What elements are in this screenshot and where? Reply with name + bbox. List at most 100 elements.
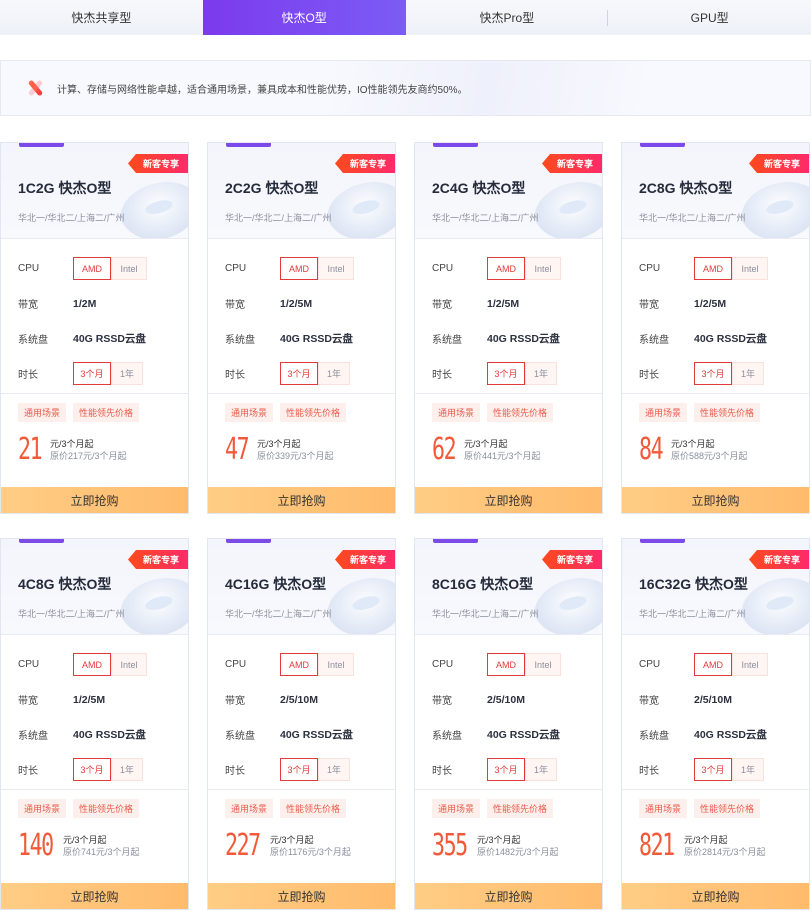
price-unit: 元/3个月起 <box>63 835 107 845</box>
price-info: 元/3个月起 原价1482元/3个月起 <box>477 834 559 858</box>
card-title: 16C32G 快杰O型 <box>639 576 748 592</box>
spec-row-duration: 时长 3个月 1年 <box>639 752 799 787</box>
duration-label: 时长 <box>18 766 38 777</box>
cpu-option-intel[interactable]: Intel <box>732 257 768 280</box>
cpu-label: CPU <box>225 263 247 274</box>
cpu-option-amd[interactable]: AMD <box>73 257 111 280</box>
spec-row-disk: 系统盘 40G RSSD云盘 <box>639 717 799 752</box>
buy-now-button[interactable]: 立即抢购 <box>1 487 188 513</box>
cpu-option-intel[interactable]: Intel <box>111 257 147 280</box>
buy-now-button[interactable]: 立即抢购 <box>1 883 188 909</box>
spec-list: CPU AMD Intel 带宽 1/2/5M 系统盘 40G RSSD云盘 时… <box>18 647 178 787</box>
buy-now-button[interactable]: 立即抢购 <box>415 487 602 513</box>
cpu-option-amd[interactable]: AMD <box>280 653 318 676</box>
duration-option-1y[interactable]: 1年 <box>111 362 143 385</box>
duration-option-1y[interactable]: 1年 <box>318 362 350 385</box>
buy-now-button[interactable]: 立即抢购 <box>208 883 395 909</box>
duration-option-3m[interactable]: 3个月 <box>487 758 525 781</box>
cpu-option-amd[interactable]: AMD <box>73 653 111 676</box>
duration-option-1y[interactable]: 1年 <box>318 758 350 781</box>
cpu-option-intel[interactable]: Intel <box>111 653 147 676</box>
spec-row-cpu: CPU AMD Intel <box>18 647 178 682</box>
duration-option-1y[interactable]: 1年 <box>111 758 143 781</box>
tag-price: 性能领先价格 <box>487 403 554 422</box>
price-value: 821 <box>639 828 675 863</box>
card-regions: 华北一/华北二/上海二/广州 <box>225 213 332 223</box>
instance-type-tabs: 快杰共享型 快杰O型 快杰Pro型 GPU型 <box>0 0 811 35</box>
bandwidth-value: 1/2/5M <box>73 693 106 706</box>
cpu-option-intel[interactable]: Intel <box>318 653 354 676</box>
price-block: 84 元/3个月起 原价588元/3个月起 <box>639 435 748 465</box>
cpu-option-amd[interactable]: AMD <box>694 257 732 280</box>
original-price: 原价1176元/3个月起 <box>270 847 351 857</box>
tab-shared[interactable]: 快杰共享型 <box>0 0 203 35</box>
duration-option-1y[interactable]: 1年 <box>732 362 764 385</box>
buy-now-button[interactable]: 立即抢购 <box>622 487 809 513</box>
card-divider <box>415 393 602 394</box>
card-accent-bar <box>226 539 271 543</box>
spec-list: CPU AMD Intel 带宽 1/2/5M 系统盘 40G RSSD云盘 时… <box>639 251 799 391</box>
spec-list: CPU AMD Intel 带宽 1/2/5M 系统盘 40G RSSD云盘 时… <box>225 251 385 391</box>
tag-price: 性能领先价格 <box>694 403 761 422</box>
cpu-option-amd[interactable]: AMD <box>694 653 732 676</box>
new-customer-badge: 新客专享 <box>335 550 395 569</box>
product-card: 新客专享 16C32G 快杰O型 华北一/华北二/上海二/广州 CPU AMD … <box>621 538 810 910</box>
bandwidth-value: 2/5/10M <box>694 693 732 706</box>
disk-illustration-icon <box>528 173 602 238</box>
card-accent-bar <box>640 143 685 147</box>
price-unit: 元/3个月起 <box>684 835 728 845</box>
spec-row-disk: 系统盘 40G RSSD云盘 <box>18 321 178 356</box>
card-header: 新客专享 2C2G 快杰O型 华北一/华北二/上海二/广州 <box>208 143 395 239</box>
buy-now-button[interactable]: 立即抢购 <box>415 883 602 909</box>
buy-now-button[interactable]: 立即抢购 <box>622 883 809 909</box>
duration-label: 时长 <box>18 370 38 381</box>
tab-gpu[interactable]: GPU型 <box>608 0 811 35</box>
cpu-label: CPU <box>432 659 454 670</box>
disk-illustration-icon <box>528 569 602 634</box>
disk-value: 40G RSSD云盘 <box>280 729 353 741</box>
duration-option-1y[interactable]: 1年 <box>525 362 557 385</box>
duration-label: 时长 <box>225 766 245 777</box>
duration-option-3m[interactable]: 3个月 <box>487 362 525 385</box>
disk-label: 系统盘 <box>432 335 462 346</box>
duration-option-3m[interactable]: 3个月 <box>694 362 732 385</box>
spec-row-cpu: CPU AMD Intel <box>432 251 592 286</box>
buy-now-button[interactable]: 立即抢购 <box>208 487 395 513</box>
new-customer-badge: 新客专享 <box>128 550 188 569</box>
disk-illustration-icon <box>114 569 188 634</box>
bandwidth-value: 1/2/5M <box>280 297 313 310</box>
cpu-option-amd[interactable]: AMD <box>487 257 525 280</box>
cpu-option-intel[interactable]: Intel <box>525 257 561 280</box>
spec-row-bandwidth: 带宽 1/2/5M <box>18 682 178 717</box>
disk-value: 40G RSSD云盘 <box>487 333 560 345</box>
tab-kuaijie-pro[interactable]: 快杰Pro型 <box>406 0 609 35</box>
spec-row-duration: 时长 3个月 1年 <box>639 356 799 391</box>
bandwidth-label: 带宽 <box>225 300 245 311</box>
duration-option-3m[interactable]: 3个月 <box>73 758 111 781</box>
tag-general: 通用场景 <box>18 799 67 818</box>
duration-option-1y[interactable]: 1年 <box>732 758 764 781</box>
card-title: 4C8G 快杰O型 <box>18 576 112 592</box>
cpu-option-amd[interactable]: AMD <box>280 257 318 280</box>
cpu-option-intel[interactable]: Intel <box>525 653 561 676</box>
card-header: 新客专享 4C16G 快杰O型 华北一/华北二/上海二/广州 <box>208 539 395 635</box>
spec-row-bandwidth: 带宽 1/2/5M <box>432 286 592 321</box>
duration-option-3m[interactable]: 3个月 <box>280 758 318 781</box>
duration-option-3m[interactable]: 3个月 <box>694 758 732 781</box>
cpu-selector: AMD Intel <box>694 653 768 676</box>
disk-label: 系统盘 <box>432 731 462 742</box>
card-tags: 通用场景 性能领先价格 <box>225 799 347 818</box>
cpu-option-amd[interactable]: AMD <box>487 653 525 676</box>
spec-row-cpu: CPU AMD Intel <box>18 251 178 286</box>
tab-kuaijie-o[interactable]: 快杰O型 <box>202 0 406 35</box>
price-block: 140 元/3个月起 原价741元/3个月起 <box>18 831 140 861</box>
duration-option-3m[interactable]: 3个月 <box>73 362 111 385</box>
duration-option-1y[interactable]: 1年 <box>525 758 557 781</box>
original-price: 原价1482元/3个月起 <box>477 847 559 857</box>
duration-option-3m[interactable]: 3个月 <box>280 362 318 385</box>
spec-row-bandwidth: 带宽 1/2M <box>18 286 178 321</box>
spec-row-bandwidth: 带宽 1/2/5M <box>639 286 799 321</box>
cpu-option-intel[interactable]: Intel <box>732 653 768 676</box>
spec-row-duration: 时长 3个月 1年 <box>432 752 592 787</box>
cpu-option-intel[interactable]: Intel <box>318 257 354 280</box>
